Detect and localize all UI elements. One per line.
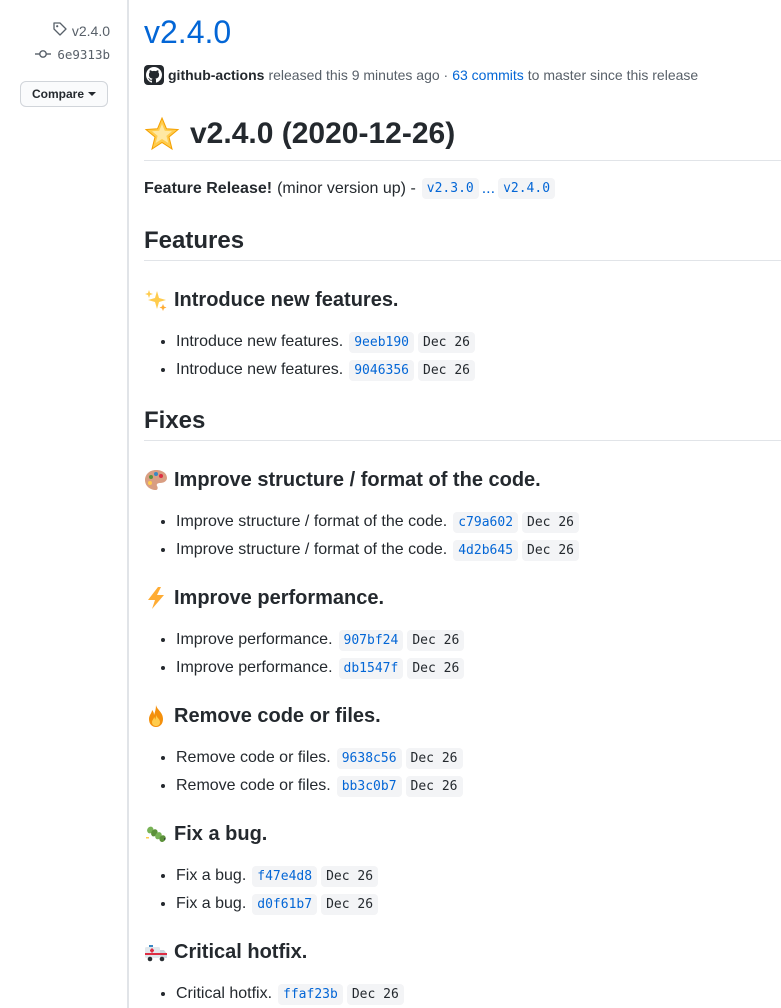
commit-hash-link[interactable]: 9046356: [349, 360, 415, 381]
item-text: Introduce new features.: [176, 333, 344, 350]
bug-icon: [144, 822, 168, 846]
release-meta: github-actions released this 9 minutes a…: [144, 65, 698, 85]
palette-icon: [144, 468, 168, 492]
commits-link[interactable]: 63 commits: [452, 67, 524, 83]
commit-date: Dec 26: [321, 894, 379, 915]
compare-from-link[interactable]: v2.3.0: [421, 178, 479, 199]
github-logo-icon[interactable]: [144, 65, 164, 85]
fixes-group-title: Improve structure / format of the code.: [174, 468, 541, 491]
release-heading-text: v2.4.0 (2020-12-26): [190, 117, 456, 150]
list-item: Improve structure / format of the code. 4…: [176, 536, 583, 564]
item-text: Improve performance.: [176, 631, 333, 648]
commit-hash-link[interactable]: 907bf24: [338, 630, 404, 651]
list-item: Remove code or files. 9638c56Dec 26: [176, 744, 467, 772]
list-item: Improve performance. db1547fDec 26: [176, 654, 468, 682]
commit-hash-link[interactable]: 4d2b645: [453, 540, 519, 561]
compare-button[interactable]: Compare: [20, 81, 108, 107]
commit-link[interactable]: 6e9313b: [35, 47, 110, 62]
item-text: Remove code or files.: [176, 749, 331, 766]
chevron-down-icon: [88, 92, 96, 96]
commit-hash-link[interactable]: d0f61b7: [252, 894, 318, 915]
item-text: Fix a bug.: [176, 895, 247, 912]
fixes-list: Fix a bug. f47e4d8Dec 26 Fix a bug. d0f61b…: [144, 862, 382, 918]
fixes-group-heading: Critical hotfix.: [144, 940, 307, 964]
fixes-heading: Fixes: [144, 402, 781, 441]
fixes-list: Remove code or files. 9638c56Dec 26 Remov…: [144, 744, 467, 800]
since-text: to master since this release: [527, 67, 699, 83]
release-sidebar: v2.4.0 6e9313b Compare: [0, 0, 129, 1008]
compare-label: Compare: [31, 87, 84, 101]
fixes-group-heading: Improve performance.: [144, 586, 384, 610]
zap-icon: [144, 586, 168, 610]
tag-label: v2.4.0: [71, 22, 110, 39]
release-page: v2.4.0 6e9313b Compare v2.4.0 github-act…: [0, 0, 781, 1008]
tag-icon: [52, 21, 68, 40]
summary-text: (minor version up) -: [277, 179, 416, 197]
fixes-group-title: Improve performance.: [174, 586, 385, 609]
fixes-list: Improve performance. 907bf24Dec 26 Improv…: [144, 626, 468, 682]
release-heading: v2.4.0 (2020-12-26): [144, 108, 781, 161]
tag-link[interactable]: v2.4.0: [52, 21, 110, 40]
commit-date: Dec 26: [405, 776, 463, 797]
list-item: Fix a bug. f47e4d8Dec 26: [176, 862, 382, 890]
commit-date: Dec 26: [522, 512, 579, 533]
release-author[interactable]: github-actions: [168, 67, 264, 83]
fire-icon: [144, 704, 168, 728]
commit-hash-link[interactable]: bb3c0b7: [336, 776, 402, 797]
commit-hash: 6e9313b: [57, 47, 110, 62]
fixes-list: Improve structure / format of the code. c…: [144, 508, 583, 564]
commit-date: Dec 26: [407, 630, 465, 651]
features-group-heading: Introduce new features.: [144, 288, 399, 312]
released-text: released this 9 minutes ago ·: [268, 67, 449, 83]
features-group-title: Introduce new features.: [174, 288, 399, 311]
sparkles-icon: [144, 288, 168, 312]
ambulance-icon: [144, 940, 168, 964]
compare-to-link[interactable]: v2.4.0: [498, 178, 556, 199]
fixes-group-heading: Improve structure / format of the code.: [144, 468, 541, 492]
commit-hash-link[interactable]: f47e4d8: [252, 866, 318, 887]
fixes-group-title: Critical hotfix.: [174, 940, 308, 963]
commit-date: Dec 26: [346, 984, 404, 1005]
compare-separator: ...: [481, 179, 496, 197]
item-text: Introduce new features.: [176, 361, 344, 378]
list-item: Fix a bug. d0f61b7Dec 26: [176, 890, 382, 918]
glowing-star-icon: [144, 116, 180, 152]
summary-bold: Feature Release!: [144, 179, 273, 197]
list-item: Critical hotfix. ffaf23bDec 26: [176, 980, 408, 1008]
item-text: Improve structure / format of the code.: [176, 513, 448, 530]
features-list: Introduce new features. 9eeb190Dec 26 Int…: [144, 328, 479, 384]
commit-date: Dec 26: [418, 360, 475, 381]
item-text: Fix a bug.: [176, 867, 247, 884]
commit-hash-link[interactable]: 9638c56: [336, 748, 402, 769]
commit-date: Dec 26: [407, 658, 465, 679]
commit-date: Dec 26: [405, 748, 463, 769]
list-item: Improve performance. 907bf24Dec 26: [176, 626, 468, 654]
list-item: Improve structure / format of the code. c…: [176, 508, 583, 536]
item-text: Improve performance.: [176, 659, 333, 676]
commit-hash-link[interactable]: db1547f: [338, 658, 404, 679]
commit-hash-link[interactable]: 9eeb190: [349, 332, 415, 353]
fixes-list: Critical hotfix. ffaf23bDec 26: [144, 980, 408, 1008]
item-text: Critical hotfix.: [176, 985, 273, 1002]
fixes-group-title: Fix a bug.: [174, 822, 268, 845]
release-title-link[interactable]: v2.4.0: [144, 14, 231, 51]
list-item: Remove code or files. bb3c0b7Dec 26: [176, 772, 467, 800]
features-heading: Features: [144, 222, 781, 261]
fixes-group-heading: Remove code or files.: [144, 704, 381, 728]
commit-icon: [35, 47, 52, 62]
commit-date: Dec 26: [418, 332, 475, 353]
list-item: Introduce new features. 9046356Dec 26: [176, 356, 479, 384]
fixes-group-title: Remove code or files.: [174, 704, 381, 727]
commit-hash-link[interactable]: c79a602: [453, 512, 519, 533]
commit-hash-link[interactable]: ffaf23b: [278, 984, 343, 1005]
commit-date: Dec 26: [522, 540, 579, 561]
item-text: Remove code or files.: [176, 777, 331, 794]
list-item: Introduce new features. 9eeb190Dec 26: [176, 328, 479, 356]
fixes-group-heading: Fix a bug.: [144, 822, 267, 846]
release-summary: Feature Release! (minor version up) - v2…: [144, 178, 556, 199]
item-text: Improve structure / format of the code.: [176, 541, 448, 558]
commit-date: Dec 26: [321, 866, 379, 887]
